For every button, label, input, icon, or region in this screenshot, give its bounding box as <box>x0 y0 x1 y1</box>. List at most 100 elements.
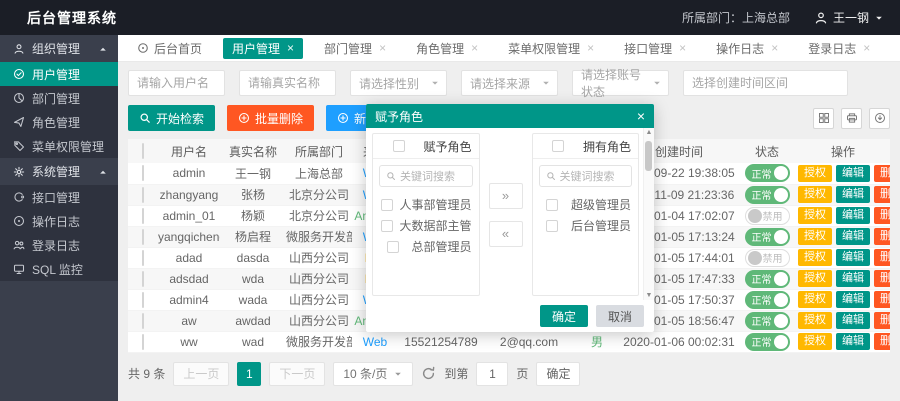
move-left-button[interactable]: « <box>489 221 523 247</box>
row-checkbox[interactable] <box>142 250 144 266</box>
goto-page-input[interactable] <box>476 362 508 386</box>
edit-button[interactable]: 编辑 <box>836 270 870 287</box>
authorize-button[interactable]: 授权 <box>798 186 832 203</box>
columns-filter-button[interactable] <box>813 108 834 129</box>
authorize-button[interactable]: 授权 <box>798 249 832 266</box>
assign-role-item[interactable]: 总部管理员 <box>380 236 472 257</box>
status-filter-select[interactable]: 请选择账号状态 <box>572 70 669 96</box>
assign-roles-search[interactable]: 关键词搜索 <box>379 165 473 187</box>
tab-close-icon[interactable]: × <box>771 41 778 55</box>
tab[interactable]: 登录日志× <box>799 38 879 59</box>
scroll-up-icon[interactable]: ▲ <box>646 129 653 136</box>
move-right-button[interactable]: » <box>489 183 523 209</box>
tab[interactable]: 操作日志× <box>707 38 787 59</box>
sidebar-item[interactable]: 部门管理 <box>0 86 118 110</box>
sidebar-item[interactable]: 操作日志 <box>0 209 118 233</box>
delete-button[interactable]: 删除 <box>874 333 890 350</box>
row-checkbox[interactable] <box>142 313 144 329</box>
authorize-button[interactable]: 授权 <box>798 228 832 245</box>
created-range-filter-input[interactable] <box>683 70 848 96</box>
modal-confirm-button[interactable]: 确定 <box>540 305 588 327</box>
authorize-button[interactable]: 授权 <box>798 165 832 182</box>
status-toggle[interactable]: 正常 <box>745 164 790 182</box>
row-checkbox[interactable] <box>142 165 144 181</box>
export-button[interactable] <box>869 108 890 129</box>
sidebar-item[interactable]: 用户管理 <box>0 62 118 86</box>
authorize-button[interactable]: 授权 <box>798 312 832 329</box>
authorize-button[interactable]: 授权 <box>798 291 832 308</box>
role-checkbox[interactable] <box>546 220 558 232</box>
status-toggle[interactable]: 禁用 <box>745 207 790 225</box>
authorize-button[interactable]: 授权 <box>798 333 832 350</box>
edit-button[interactable]: 编辑 <box>836 228 870 245</box>
gender-filter-select[interactable]: 请选择性别 <box>350 70 447 96</box>
edit-button[interactable]: 编辑 <box>836 186 870 203</box>
edit-button[interactable]: 编辑 <box>836 312 870 329</box>
role-checkbox[interactable] <box>387 241 399 253</box>
owned-roles-search[interactable]: 关键词搜索 <box>539 165 633 187</box>
tab[interactable]: 后台首页 <box>128 38 211 59</box>
next-page-button[interactable]: 下一页 <box>269 362 325 386</box>
sidebar-item[interactable]: 菜单权限管理 <box>0 134 118 158</box>
status-toggle[interactable]: 禁用 <box>745 249 790 267</box>
row-checkbox[interactable] <box>142 334 144 350</box>
delete-button[interactable]: 删除 <box>874 249 890 266</box>
goto-confirm-button[interactable]: 确定 <box>536 362 580 386</box>
edit-button[interactable]: 编辑 <box>836 333 870 350</box>
role-checkbox[interactable] <box>381 220 393 232</box>
status-toggle[interactable]: 正常 <box>745 312 790 330</box>
page-size-select[interactable]: 10 条/页 <box>333 362 413 386</box>
tab-close-icon[interactable]: × <box>287 41 294 55</box>
assign-role-item[interactable]: 大数据部主管 <box>380 215 472 236</box>
delete-button[interactable]: 删除 <box>874 228 890 245</box>
current-page-button[interactable]: 1 <box>237 362 261 386</box>
search-button[interactable]: 开始检索 <box>128 105 215 131</box>
delete-button[interactable]: 删除 <box>874 291 890 308</box>
tab[interactable]: 用户管理× <box>223 38 303 59</box>
username-filter-input[interactable] <box>128 70 225 96</box>
row-checkbox[interactable] <box>142 208 144 224</box>
realname-filter-input[interactable] <box>239 70 336 96</box>
close-icon[interactable]: × <box>637 109 645 123</box>
role-checkbox[interactable] <box>546 199 558 211</box>
user-menu[interactable]: 王一钢 <box>814 9 884 26</box>
sidebar-group-header[interactable]: 组织管理 <box>0 35 118 62</box>
batch-delete-button[interactable]: 批量删除 <box>227 105 314 131</box>
owned-role-item[interactable]: 超级管理员 <box>540 194 632 215</box>
authorize-button[interactable]: 授权 <box>798 207 832 224</box>
role-checkbox[interactable] <box>381 199 393 211</box>
delete-button[interactable]: 删除 <box>874 207 890 224</box>
assign-roles-select-all-checkbox[interactable] <box>393 140 405 152</box>
sidebar-item[interactable]: 登录日志 <box>0 233 118 257</box>
row-checkbox[interactable] <box>142 271 144 287</box>
status-toggle[interactable]: 正常 <box>745 333 790 351</box>
edit-button[interactable]: 编辑 <box>836 291 870 308</box>
edit-button[interactable]: 编辑 <box>836 165 870 182</box>
tab-close-icon[interactable]: × <box>587 41 594 55</box>
status-toggle[interactable]: 正常 <box>745 228 790 246</box>
print-button[interactable] <box>841 108 862 129</box>
tab[interactable]: 部门管理× <box>315 38 395 59</box>
owned-roles-select-all-checkbox[interactable] <box>552 140 564 152</box>
row-checkbox[interactable] <box>142 229 144 245</box>
tab-close-icon[interactable]: × <box>679 41 686 55</box>
sidebar-item[interactable]: SQL 监控 <box>0 257 118 281</box>
status-toggle[interactable]: 正常 <box>745 186 790 204</box>
tab[interactable]: 接口管理× <box>615 38 695 59</box>
delete-button[interactable]: 删除 <box>874 312 890 329</box>
sidebar-item[interactable]: 角色管理 <box>0 110 118 134</box>
tab-close-icon[interactable]: × <box>863 41 870 55</box>
scroll-down-icon[interactable]: ▼ <box>646 292 653 299</box>
tab-close-icon[interactable]: × <box>471 41 478 55</box>
owned-role-item[interactable]: 后台管理员 <box>540 215 632 236</box>
scroll-thumb[interactable] <box>645 141 652 171</box>
tab[interactable]: SQL 监控× <box>891 38 900 59</box>
modal-cancel-button[interactable]: 取消 <box>596 305 644 327</box>
status-toggle[interactable]: 正常 <box>745 270 790 288</box>
edit-button[interactable]: 编辑 <box>836 207 870 224</box>
tab[interactable]: 角色管理× <box>407 38 487 59</box>
delete-button[interactable]: 删除 <box>874 186 890 203</box>
tab[interactable]: 菜单权限管理× <box>499 38 603 59</box>
tab-close-icon[interactable]: × <box>379 41 386 55</box>
refresh-button[interactable] <box>421 366 436 381</box>
